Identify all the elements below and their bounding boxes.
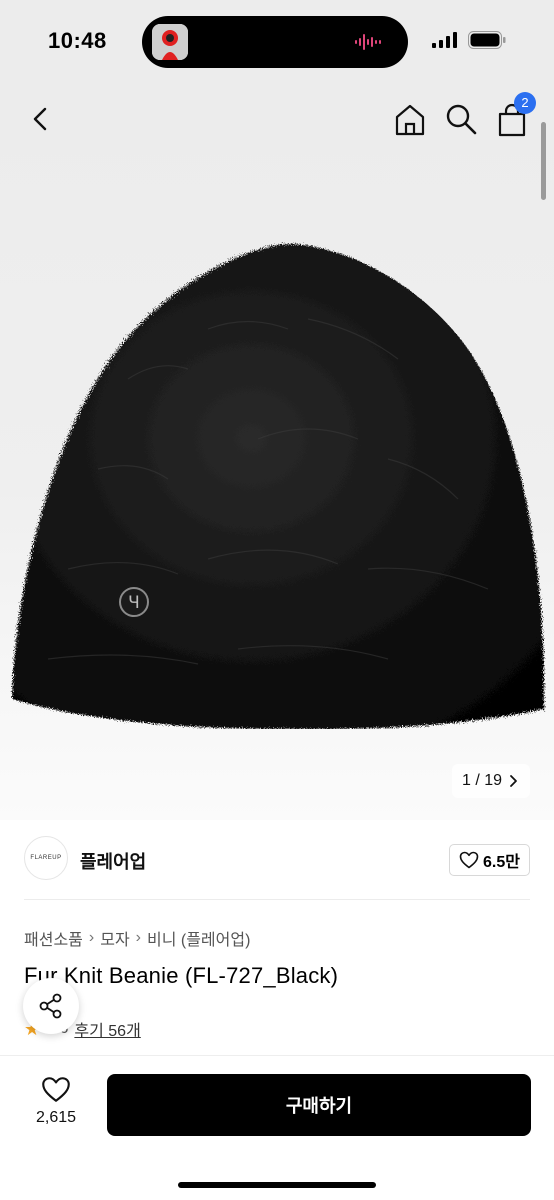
chevron-left-icon bbox=[33, 107, 47, 131]
gallery-counter-text: 1 / 19 bbox=[461, 772, 502, 789]
breadcrumb: 패션소품 › 모자 › 비니 (플레어업) bbox=[24, 926, 250, 950]
status-bar: 10:48 bbox=[0, 0, 554, 84]
home-icon bbox=[395, 104, 425, 136]
breadcrumb-item-fashion-accessories[interactable]: 패션소품 bbox=[24, 926, 83, 950]
search-icon bbox=[446, 104, 477, 135]
brand-logo-text: FLAREUP bbox=[30, 855, 62, 861]
svg-text:Ч: Ч bbox=[128, 593, 140, 613]
system-icons bbox=[432, 31, 506, 49]
home-button[interactable] bbox=[392, 102, 428, 138]
wishlist-count: 2,615 bbox=[35, 1109, 77, 1126]
buy-button[interactable]: 구매하기 bbox=[107, 1074, 531, 1136]
heart-icon bbox=[42, 1077, 70, 1102]
chevron-right-icon: › bbox=[88, 929, 95, 946]
back-button[interactable] bbox=[24, 102, 58, 136]
cart-count-badge: 2 bbox=[514, 92, 536, 114]
cart-button[interactable]: 2 bbox=[494, 92, 536, 138]
share-icon bbox=[39, 993, 62, 1019]
wishlist-button[interactable]: 2,615 bbox=[24, 1076, 88, 1140]
gallery-page-counter[interactable]: 1 / 19 bbox=[451, 764, 530, 798]
battery-icon bbox=[468, 31, 506, 49]
brand-logo-pin: Ч bbox=[119, 587, 149, 617]
breadcrumb-item-hats[interactable]: 모자 bbox=[100, 926, 129, 950]
divider bbox=[24, 899, 530, 900]
search-button[interactable] bbox=[444, 102, 478, 136]
home-indicator[interactable] bbox=[178, 1182, 376, 1188]
chevron-right-icon: › bbox=[135, 929, 141, 946]
heart-icon bbox=[459, 851, 479, 869]
scrollbar[interactable] bbox=[541, 122, 546, 200]
share-button[interactable] bbox=[23, 978, 79, 1034]
brand-like-button[interactable]: 6.5만 bbox=[449, 844, 530, 876]
cellular-signal-icon bbox=[432, 32, 457, 48]
product-image-gallery[interactable]: 2 Ч 1 / 19 bbox=[0, 84, 554, 820]
status-time: 10:48 bbox=[48, 28, 107, 53]
chevron-right-icon bbox=[510, 775, 517, 787]
brand-row[interactable]: FLAREUP 플레어업 6.5만 bbox=[24, 836, 530, 886]
product-image-beanie: Ч bbox=[12, 244, 545, 729]
bottom-action-bar: 2,615 구매하기 bbox=[0, 1055, 554, 1200]
brand-logo[interactable]: FLAREUP bbox=[24, 836, 68, 880]
breadcrumb-item-beanie[interactable]: 비니 (플레어업) bbox=[147, 926, 250, 950]
brand-name[interactable]: 플레어업 bbox=[80, 848, 146, 874]
product-title: Fur Knit Beanie (FL-727_Black) bbox=[24, 963, 339, 988]
audio-waveform-icon bbox=[355, 34, 381, 50]
brand-like-count: 6.5만 bbox=[483, 854, 520, 871]
dynamic-island[interactable] bbox=[142, 16, 408, 68]
reviews-link[interactable]: 후기 56개 bbox=[74, 1017, 140, 1041]
now-playing-thumbnail bbox=[152, 24, 188, 60]
